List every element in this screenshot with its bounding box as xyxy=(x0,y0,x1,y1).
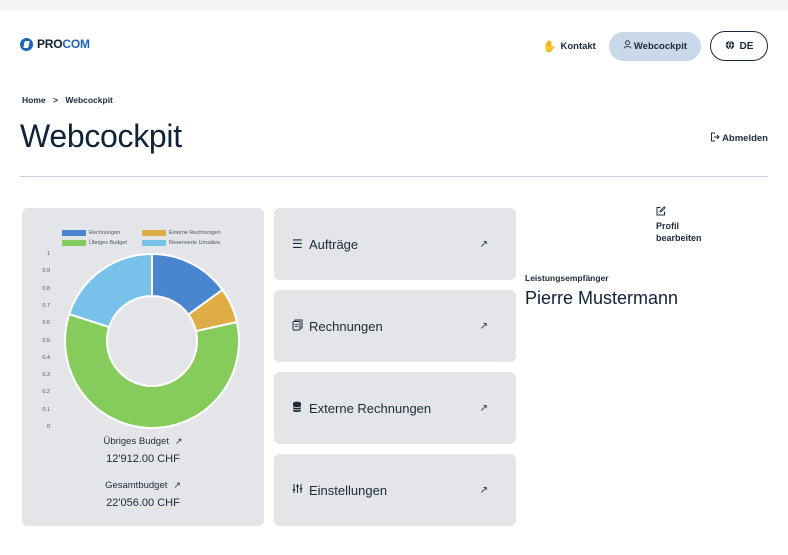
remaining-budget-label: Übriges Budget xyxy=(103,436,169,447)
profile-edit-label-line2: bearbeiten xyxy=(656,233,702,243)
arrow-up-right-icon: ↗ xyxy=(479,484,488,496)
procom-logo[interactable]: PROCOM xyxy=(20,37,90,51)
total-budget-value: 22'056.00 CHF xyxy=(106,497,180,509)
profile-edit-label-line1: Profil xyxy=(656,221,680,231)
arrow-up-right-icon: ↗ xyxy=(479,320,488,332)
logout-link[interactable]: Abmelden xyxy=(710,132,768,145)
y-axis-tick: 0.2 xyxy=(42,389,50,396)
budget-donut-chart xyxy=(64,252,240,429)
profile-edit-link[interactable]: Profil bearbeiten xyxy=(656,206,702,244)
legend-item-reservierte-umsaetze[interactable]: Reservierte Umsätze xyxy=(142,240,222,246)
logo-text: PROCOM xyxy=(37,37,90,51)
arrow-up-right-icon: ↗ xyxy=(479,402,488,414)
webcockpit-label: Webcockpit xyxy=(633,40,687,52)
top-nav: ✋ Kontakt Webcockpit DE xyxy=(539,31,768,61)
breadcrumb-current: Webcockpit xyxy=(65,95,113,105)
recipient-label: Leistungsempfänger xyxy=(525,273,609,283)
legend-swatch-externe-rechnungen xyxy=(142,230,166,236)
tile-auftraege-label: Aufträge xyxy=(309,236,359,252)
legend-label-reservierte-umsaetze: Reservierte Umsätze xyxy=(169,240,221,246)
globe-icon xyxy=(725,39,735,53)
tile-auftraege[interactable]: ☰ Aufträge ↗ xyxy=(274,208,516,280)
legend-swatch-rechnungen xyxy=(62,230,86,236)
language-switcher[interactable]: DE xyxy=(710,31,768,61)
y-axis-tick: 0.8 xyxy=(42,285,50,292)
legend-label-rechnungen: Rechnungen xyxy=(89,230,121,236)
list-icon: ☰ xyxy=(292,237,303,251)
legend-label-uebriges-budget: Übriges Budget xyxy=(89,240,127,246)
breadcrumb-home[interactable]: Home xyxy=(22,95,46,105)
remaining-budget-value: 12'912.00 CHF xyxy=(106,453,180,465)
y-axis-tick: 0.6 xyxy=(42,320,50,327)
tile-rechnungen-label: Rechnungen xyxy=(309,318,383,334)
logout-label: Abmelden xyxy=(722,133,768,144)
y-axis-tick: 0.4 xyxy=(42,354,50,361)
y-axis-tick: 0.9 xyxy=(42,268,50,275)
budget-chart-card: Rechnungen Externe Rechnungen Übriges Bu… xyxy=(22,208,264,526)
language-label: DE xyxy=(739,40,754,52)
chart-legend: Rechnungen Externe Rechnungen Übriges Bu… xyxy=(62,228,242,248)
y-axis-tick: 0 xyxy=(46,424,50,430)
y-axis-tick: 0.1 xyxy=(42,406,50,413)
y-axis-tick: 0.3 xyxy=(42,372,50,379)
logo-text-prefix: PRO xyxy=(37,37,63,51)
breadcrumb: Home > Webcockpit xyxy=(22,95,113,105)
donut-slice-uebriges-budget[interactable] xyxy=(64,312,240,429)
legend-label-externe-rechnungen: Externe Rechnungen xyxy=(169,230,221,236)
legend-item-uebriges-budget[interactable]: Übriges Budget xyxy=(62,240,142,246)
tile-externe-rechnungen[interactable]: Externe Rechnungen ↗ xyxy=(274,372,516,444)
contact-link[interactable]: ✋ Kontakt xyxy=(539,32,600,60)
webcockpit-button[interactable]: Webcockpit xyxy=(608,31,701,61)
remaining-budget-link[interactable]: Übriges Budget ↗ xyxy=(22,436,264,447)
user-icon xyxy=(623,40,632,52)
arrow-up-right-icon: ↗ xyxy=(479,238,488,250)
legend-swatch-uebriges-budget xyxy=(62,240,86,246)
handshake-icon: ✋ xyxy=(542,40,557,53)
header: PROCOM ✋ Kontakt Webcockpit DE xyxy=(0,10,788,76)
contact-label: Kontakt xyxy=(560,40,596,52)
breadcrumb-separator: > xyxy=(53,95,58,105)
recipient-name: Pierre Mustermann xyxy=(525,288,679,308)
tile-externe-rechnungen-label: Externe Rechnungen xyxy=(309,400,432,416)
legend-item-rechnungen[interactable]: Rechnungen xyxy=(62,230,142,236)
edit-icon xyxy=(656,206,702,220)
y-axis-tick: 1 xyxy=(46,251,50,257)
logo-icon xyxy=(20,37,33,51)
arrow-up-right-icon: ↗ xyxy=(173,480,181,490)
page-title: Webcockpit xyxy=(20,118,182,154)
page: PROCOM ✋ Kontakt Webcockpit DE Home > We… xyxy=(0,10,788,555)
y-axis-tick: 0.5 xyxy=(42,337,50,344)
y-axis-tick: 0.7 xyxy=(42,302,50,309)
donut-slice-reservierte-umsaetze[interactable] xyxy=(67,252,153,329)
arrow-up-right-icon: ↗ xyxy=(174,436,183,446)
total-budget-link[interactable]: Gesamtbudget ↗ xyxy=(22,480,264,491)
tile-einstellungen[interactable]: Einstellungen ↗ xyxy=(274,454,516,526)
logout-icon xyxy=(710,132,720,145)
legend-item-externe-rechnungen[interactable]: Externe Rechnungen xyxy=(142,230,222,236)
tile-einstellungen-label: Einstellungen xyxy=(309,482,388,498)
tile-rechnungen[interactable]: Rechnungen ↗ xyxy=(274,290,516,362)
sliders-icon xyxy=(292,483,303,497)
database-icon xyxy=(292,401,302,416)
total-budget-label: Gesamtbudget xyxy=(105,480,168,491)
logo-text-suffix: COM xyxy=(62,37,90,51)
header-divider xyxy=(20,176,768,177)
documents-icon xyxy=(292,319,303,334)
legend-swatch-reservierte-umsaetze xyxy=(142,240,166,246)
